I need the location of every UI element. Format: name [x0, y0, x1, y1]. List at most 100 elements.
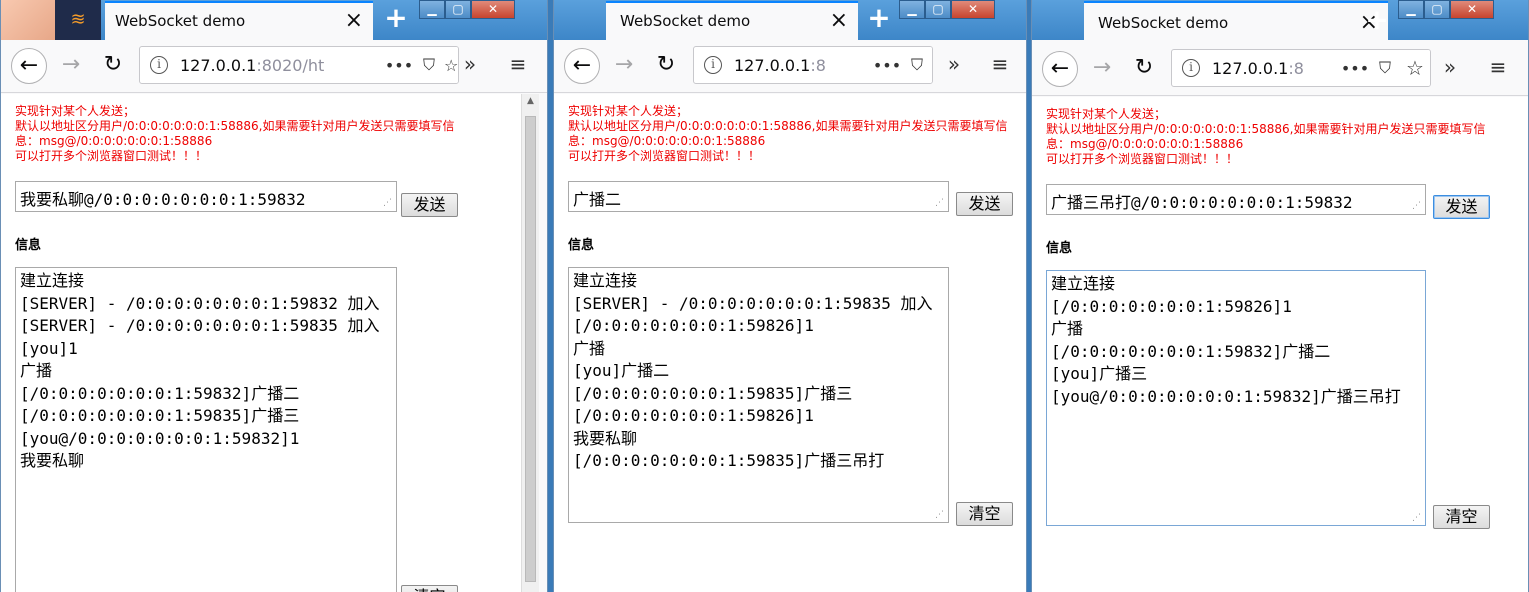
resize-grip-icon[interactable]: ⋰	[935, 511, 945, 521]
log-line: 广播	[1051, 319, 1084, 338]
tab-bar: WebSocket demo × + ▁ ▢ ✕	[554, 0, 1026, 40]
window-controls: ▁ ▢ ✕	[899, 0, 995, 19]
tab-title: WebSocket demo	[620, 12, 751, 30]
maximize-button[interactable]: ▢	[445, 0, 471, 19]
url-actions: ••• ⛉ ☆	[1336, 50, 1430, 86]
page-actions-icon[interactable]: •••	[872, 56, 902, 75]
close-tab-icon[interactable]: ×	[345, 10, 363, 32]
log-line: [/0:0:0:0:0:0:0:1:59826]1	[573, 406, 814, 425]
info-label: 信息	[15, 238, 42, 253]
tab-websocket-demo[interactable]: WebSocket demo ×	[105, 1, 373, 40]
vertical-scrollbar[interactable]: ▲	[521, 94, 539, 592]
clear-button[interactable]: 清空	[401, 585, 458, 592]
pocket-icon[interactable]: ⛉	[1370, 58, 1400, 78]
menu-icon[interactable]: ≡	[504, 52, 532, 76]
message-log[interactable]: 建立连接 [SERVER] - /0:0:0:0:0:0:0:1:59835 加…	[568, 267, 949, 523]
url-text[interactable]: 127.0.0.1:8020/ht	[180, 56, 324, 75]
log-line: [/0:0:0:0:0:0:0:1:59832]广播二	[20, 383, 300, 403]
back-button[interactable]: ←	[1042, 51, 1078, 87]
resize-grip-icon[interactable]: ⋰	[935, 199, 945, 209]
close-window-button[interactable]: ✕	[471, 0, 515, 19]
close-window-button[interactable]: ✕	[1450, 0, 1494, 19]
url-actions: ••• ⛉	[868, 47, 932, 83]
message-input[interactable]: 广播二	[568, 181, 949, 212]
back-button[interactable]: ←	[11, 48, 47, 84]
tab-bar: WebSocket demo × + ▁ ▢ ✕	[1032, 0, 1528, 40]
log-line: [/0:0:0:0:0:0:0:1:59835]广播三	[20, 406, 300, 425]
window-controls: ▁ ▢ ✕	[1398, 0, 1494, 19]
url-text[interactable]: 127.0.0.1:8	[734, 56, 826, 75]
message-log[interactable]: 建立连接 [SERVER] - /0:0:0:0:0:0:0:1:59832 加…	[15, 267, 397, 592]
close-tab-icon[interactable]: ×	[830, 10, 848, 32]
new-tab-button[interactable]: +	[380, 3, 412, 35]
log-line: 建立连接	[20, 271, 85, 290]
site-info-icon[interactable]: i	[1182, 59, 1200, 77]
minimize-button[interactable]: ▁	[419, 0, 445, 19]
new-tab-button[interactable]: +	[863, 3, 895, 35]
forward-button[interactable]: →	[1084, 51, 1120, 87]
bookmark-star-icon[interactable]: ☆	[1400, 56, 1430, 80]
app-thumbnail-icon	[1, 0, 55, 40]
message-input[interactable]: 广播三吊打@/0:0:0:0:0:0:0:1:59832	[1046, 184, 1426, 215]
log-line: [you]广播三	[1051, 364, 1148, 383]
window-controls: ▁ ▢ ✕	[419, 0, 515, 19]
log-line: [you@/0:0:0:0:0:0:0:1:59832]广播三吊打	[1051, 386, 1401, 406]
resize-grip-icon[interactable]: ⋰	[1412, 202, 1422, 212]
info-label: 信息	[1046, 241, 1073, 256]
stackoverflow-icon[interactable]: ≋	[55, 0, 101, 40]
url-bar[interactable]: i 127.0.0.1:8 ••• ⛉	[693, 46, 933, 84]
log-line: 广播	[20, 361, 53, 380]
reload-button[interactable]: ↻	[1126, 51, 1162, 87]
log-line: [SERVER] - /0:0:0:0:0:0:0:1:59832 加入	[20, 293, 380, 313]
overflow-icon[interactable]: »	[940, 52, 968, 76]
notice-text: 实现针对某个人发送； 默认以地址区分用户/0:0:0:0:0:0:0:1:588…	[568, 104, 1008, 163]
clear-button[interactable]: 清空	[1433, 505, 1490, 529]
send-button[interactable]: 发送	[956, 192, 1013, 216]
browser-window-1: ≋ WebSocket demo × + ▁ ▢ ✕ ← → ↻ i 127.0…	[0, 0, 548, 592]
tab-title: WebSocket demo	[1098, 14, 1229, 32]
log-line: [SERVER] - /0:0:0:0:0:0:0:1:59835 加入	[573, 293, 933, 313]
nav-toolbar: ← → ↻ i 127.0.0.1:8020/ht ••• ⛉ ☆ » ≡	[1, 40, 547, 93]
message-log[interactable]: 建立连接 [/0:0:0:0:0:0:0:1:59826]1 广播 [/0:0:…	[1046, 270, 1426, 526]
site-info-icon[interactable]: i	[150, 56, 168, 74]
tab-bar: ≋ WebSocket demo × + ▁ ▢ ✕	[1, 0, 547, 40]
overflow-icon[interactable]: »	[1436, 55, 1464, 79]
forward-button[interactable]: →	[606, 48, 642, 84]
browser-window-3: WebSocket demo × + ▁ ▢ ✕ ← → ↻ i 127.0.0…	[1031, 0, 1529, 592]
forward-button[interactable]: →	[53, 48, 89, 84]
url-bar[interactable]: i 127.0.0.1:8 ••• ⛉ ☆	[1171, 49, 1431, 87]
tab-websocket-demo[interactable]: WebSocket demo ×	[1084, 1, 1388, 40]
pocket-icon[interactable]: ⛉	[414, 55, 444, 75]
resize-grip-icon[interactable]: ⋰	[383, 199, 393, 209]
scroll-up-icon[interactable]: ▲	[522, 96, 539, 106]
pocket-icon[interactable]: ⛉	[902, 55, 932, 75]
send-button[interactable]: 发送	[1433, 195, 1490, 219]
new-tab-button[interactable]: +	[1361, 5, 1393, 37]
message-input[interactable]: 我要私聊@/0:0:0:0:0:0:0:1:59832	[15, 181, 397, 212]
log-line: 我要私聊	[20, 451, 85, 470]
maximize-button[interactable]: ▢	[925, 0, 951, 19]
menu-icon[interactable]: ≡	[1484, 55, 1512, 79]
notice-text: 实现针对某个人发送； 默认以地址区分用户/0:0:0:0:0:0:0:1:588…	[1046, 107, 1486, 166]
url-bar[interactable]: i 127.0.0.1:8020/ht ••• ⛉ ☆	[139, 46, 459, 84]
reload-button[interactable]: ↻	[648, 48, 684, 84]
menu-icon[interactable]: ≡	[986, 52, 1014, 76]
clear-button[interactable]: 清空	[956, 502, 1013, 526]
reload-button[interactable]: ↻	[95, 48, 131, 84]
send-button[interactable]: 发送	[401, 193, 458, 217]
resize-grip-icon[interactable]: ⋰	[1412, 514, 1422, 524]
minimize-button[interactable]: ▁	[899, 0, 925, 19]
overflow-icon[interactable]: »	[456, 52, 484, 76]
page-actions-icon[interactable]: •••	[384, 56, 414, 75]
maximize-button[interactable]: ▢	[1424, 0, 1450, 19]
page-actions-icon[interactable]: •••	[1340, 59, 1370, 78]
close-window-button[interactable]: ✕	[951, 0, 995, 19]
url-text[interactable]: 127.0.0.1:8	[1212, 59, 1304, 78]
tab-websocket-demo[interactable]: WebSocket demo ×	[606, 1, 858, 40]
log-line: [/0:0:0:0:0:0:0:1:59826]1	[573, 316, 814, 335]
back-button[interactable]: ←	[564, 48, 600, 84]
site-info-icon[interactable]: i	[704, 56, 722, 74]
scrollbar-thumb[interactable]	[525, 116, 536, 582]
log-line: 建立连接	[573, 271, 638, 290]
minimize-button[interactable]: ▁	[1398, 0, 1424, 19]
